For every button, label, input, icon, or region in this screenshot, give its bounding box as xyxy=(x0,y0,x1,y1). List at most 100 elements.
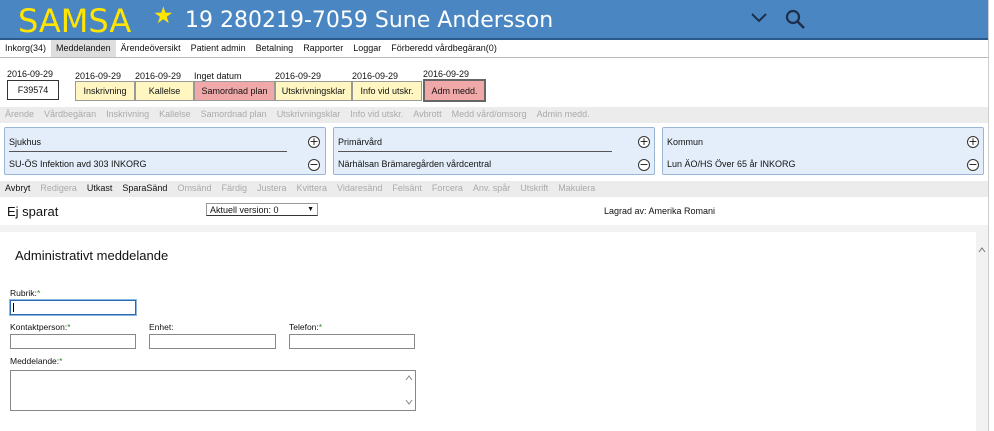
phone-label: Telefon:* xyxy=(289,322,322,332)
action-arende[interactable]: Ärende xyxy=(0,107,39,123)
org-box-primarvard: Primärvård Närhälsan Brämaregården vårdc… xyxy=(333,127,655,175)
form-title: Administrativt meddelande xyxy=(15,248,169,263)
rubrik-input[interactable] xyxy=(10,300,136,315)
step-date: 2016-09-29 xyxy=(75,71,122,81)
action-redigera[interactable]: Redigera xyxy=(35,181,82,197)
plus-circle-icon[interactable]: + xyxy=(638,136,650,148)
step-samordnad-plan[interactable]: Samordnad plan xyxy=(194,81,275,101)
plus-circle-icon[interactable]: + xyxy=(308,136,320,148)
org-value: SU-ÖS Infektion avd 303 INKORG xyxy=(9,159,147,169)
step-date: 2016-09-29 xyxy=(135,71,182,81)
step-utskrivningsklar[interactable]: Utskrivningsklar xyxy=(275,81,352,101)
saved-by: Lagrad av: Amerika Romani xyxy=(604,206,716,216)
plus-circle-icon[interactable]: + xyxy=(967,136,979,148)
message-textarea[interactable] xyxy=(10,370,416,411)
action-justera[interactable]: Justera xyxy=(252,181,292,197)
action-inskrivning[interactable]: Inskrivning xyxy=(101,107,154,123)
org-divider xyxy=(9,151,287,152)
chevron-down-icon[interactable] xyxy=(750,9,768,27)
main-menu: Inkorg(34) Meddelanden Ärendeöversikt Pa… xyxy=(0,40,994,58)
action-samordnad-plan[interactable]: Samordnad plan xyxy=(196,107,272,123)
menu-forberedd-vardbegaran[interactable]: Förberedd vårdbegäran(0) xyxy=(386,40,502,57)
minus-circle-icon[interactable]: − xyxy=(967,159,979,171)
minus-circle-icon[interactable]: − xyxy=(308,159,320,171)
action-vidaresand[interactable]: Vidaresänd xyxy=(332,181,387,197)
action-fardig[interactable]: Färdig xyxy=(216,181,252,197)
case-id-box[interactable]: F39574 xyxy=(7,80,59,100)
action-kvittera[interactable]: Kvittera xyxy=(291,181,332,197)
menu-meddelanden[interactable]: Meddelanden xyxy=(51,40,116,57)
required-mark: * xyxy=(67,322,71,332)
action-medd-vard-omsorg[interactable]: Medd vård/omsorg xyxy=(447,107,532,123)
app-header: SAMSA ★ 19 280219-7059 Sune Andersson xyxy=(0,0,994,40)
minus-circle-icon[interactable]: − xyxy=(638,159,650,171)
action-info-vid-utskr[interactable]: Info vid utskr. xyxy=(345,107,408,123)
message-actions-bar: Avbryt Redigera Utkast SparaSänd Omsänd … xyxy=(0,181,994,197)
menu-arendeoversikt[interactable]: Ärendeöversikt xyxy=(116,40,186,57)
step-kallelse[interactable]: Kallelse xyxy=(135,81,194,101)
menu-patient-admin[interactable]: Patient admin xyxy=(186,40,251,57)
action-anv-spar[interactable]: Anv. spår xyxy=(468,181,515,197)
org-box-sjukhus: Sjukhus SU-ÖS Infektion avd 303 INKORG +… xyxy=(4,127,326,175)
patient-title: 19 280219-7059 Sune Andersson xyxy=(185,8,554,33)
org-box-kommun: Kommun Lun ÄO/HS Över 65 år INKORG + − xyxy=(662,127,984,175)
app-logo: SAMSA xyxy=(18,2,132,40)
action-avbryt[interactable]: Avbryt xyxy=(0,181,35,197)
unit-input[interactable] xyxy=(149,334,276,349)
org-title: Kommun xyxy=(667,137,704,147)
org-value: Närhälsan Brämaregården vårdcentral xyxy=(338,159,492,169)
menu-betalning[interactable]: Betalning xyxy=(251,40,299,57)
search-icon[interactable] xyxy=(784,8,806,30)
required-mark: * xyxy=(318,322,323,332)
menu-loggar[interactable]: Loggar xyxy=(348,40,386,57)
action-utskrift[interactable]: Utskrift xyxy=(515,181,553,197)
text-cursor xyxy=(13,303,14,312)
step-date: 2016-09-29 xyxy=(352,71,399,81)
action-omsand[interactable]: Omsänd xyxy=(172,181,216,197)
case-actions-bar: Ärende Vårdbegäran Inskrivning Kallelse … xyxy=(0,107,994,123)
phone-input[interactable] xyxy=(289,334,415,349)
step-date: 2016-09-29 xyxy=(423,69,470,79)
contact-label: Kontaktperson:* xyxy=(10,322,71,332)
action-makulera[interactable]: Makulera xyxy=(553,181,600,197)
step-date: Inget datum xyxy=(194,71,242,81)
step-info-vid-utskr[interactable]: Info vid utskr. xyxy=(352,81,422,101)
message-label-text: Meddelande: xyxy=(10,356,60,366)
action-sparasand[interactable]: SparaSänd xyxy=(117,181,172,197)
form-panel: Administrativt meddelande Rubrik:* Konta… xyxy=(0,232,976,431)
form-area: Administrativt meddelande Rubrik:* Konta… xyxy=(0,225,994,431)
rubrik-label: Rubrik:* xyxy=(10,288,40,298)
action-kallelse[interactable]: Kallelse xyxy=(154,107,196,123)
action-felsant[interactable]: Felsänt xyxy=(387,181,427,197)
action-utkast[interactable]: Utkast xyxy=(82,181,118,197)
star-icon[interactable]: ★ xyxy=(153,2,174,29)
required-mark: * xyxy=(36,288,41,298)
org-title: Sjukhus xyxy=(9,137,42,147)
action-forcera[interactable]: Forcera xyxy=(427,181,468,197)
action-admin-medd[interactable]: Admin medd. xyxy=(532,107,595,123)
rubrik-label-text: Rubrik: xyxy=(10,288,37,298)
document-header: Ej sparat Aktuell version: 0 ▼ Lagrad av… xyxy=(0,197,994,225)
step-date: 2016-09-29 xyxy=(275,71,322,81)
contact-input[interactable] xyxy=(10,334,136,349)
phone-label-text: Telefon: xyxy=(289,322,319,332)
step-adm-medd[interactable]: Adm medd. xyxy=(423,79,486,102)
org-title: Primärvård xyxy=(338,137,383,147)
textarea-scrollbar[interactable] xyxy=(403,371,415,410)
org-value: Lun ÄO/HS Över 65 år INKORG xyxy=(667,159,796,169)
menu-rapporter[interactable]: Rapporter xyxy=(298,40,348,57)
save-state: Ej sparat xyxy=(7,204,59,219)
version-select[interactable]: Aktuell version: 0 ▼ xyxy=(206,203,318,216)
contact-label-text: Kontaktperson: xyxy=(10,322,68,332)
case-status-row: 2016-09-29 F39574 2016-09-29 Inskrivning… xyxy=(0,58,994,108)
action-utskrivningsklar[interactable]: Utskrivningsklar xyxy=(272,107,346,123)
case-date: 2016-09-29 xyxy=(7,69,54,79)
action-avbrott[interactable]: Avbrott xyxy=(408,107,446,123)
message-label: Meddelande:* xyxy=(10,356,62,366)
org-divider xyxy=(338,151,612,152)
step-inskrivning[interactable]: Inskrivning xyxy=(75,81,135,101)
action-vardbegaran[interactable]: Vårdbegäran xyxy=(39,107,101,123)
unit-label: Enhet: xyxy=(149,322,174,332)
menu-inkorg[interactable]: Inkorg(34) xyxy=(0,40,51,57)
required-mark: * xyxy=(59,356,63,366)
